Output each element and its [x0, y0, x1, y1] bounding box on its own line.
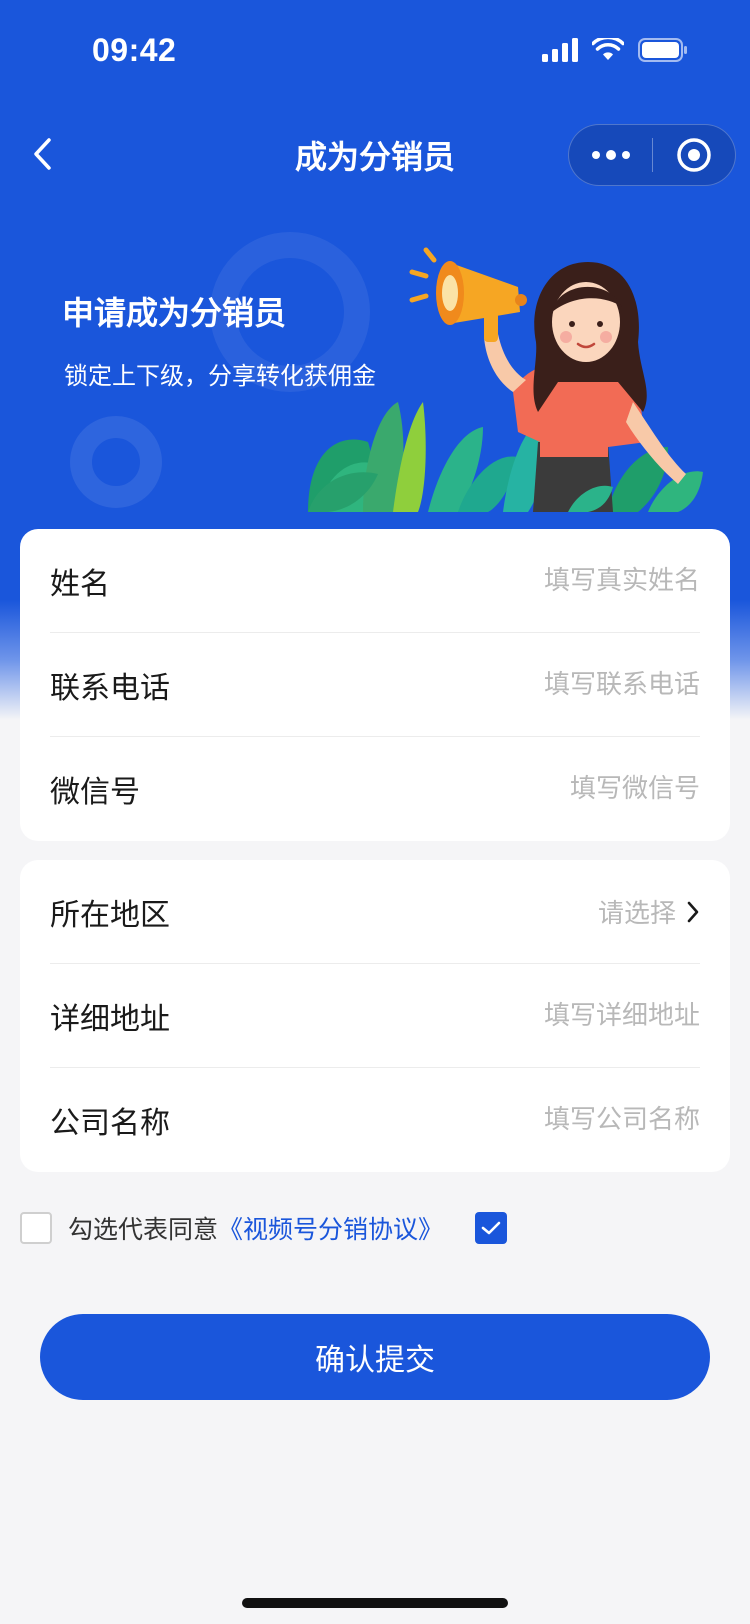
target-close-icon	[677, 138, 711, 172]
banner-title: 申请成为分销员	[62, 294, 287, 332]
wifi-icon	[592, 38, 624, 60]
chevron-right-icon	[687, 901, 699, 922]
form-row-region[interactable]: 所在地区 请选择	[50, 860, 700, 964]
agreement-row: 勾选代表同意 《视频号分销协议》	[20, 1210, 508, 1246]
form-row-wechat: 微信号	[50, 737, 700, 841]
address-input[interactable]	[440, 1000, 700, 1031]
form-row-company: 公司名称	[50, 1068, 700, 1172]
more-button[interactable]	[569, 124, 652, 186]
region-label: 所在地区	[50, 897, 170, 933]
name-label: 姓名	[50, 566, 110, 602]
signal-icon	[542, 38, 578, 62]
form-row-phone: 联系电话	[50, 633, 700, 737]
woman-megaphone-illustration	[308, 247, 703, 512]
agreement-link[interactable]: 《视频号分销协议》	[218, 1210, 443, 1246]
agreement-text: 勾选代表同意	[68, 1215, 219, 1244]
wechat-input[interactable]	[440, 774, 700, 804]
status-time: 09:42	[92, 32, 177, 68]
address-label: 详细地址	[50, 1001, 170, 1037]
form-row-name: 姓名	[50, 529, 700, 633]
basic-info-card: 姓名 联系电话 微信号	[20, 529, 730, 841]
wechat-label: 微信号	[50, 775, 140, 810]
region-select[interactable]: 请选择	[598, 893, 700, 930]
home-indicator	[242, 1598, 508, 1608]
status-bar: 09:42	[0, 0, 750, 100]
name-input[interactable]	[440, 565, 700, 596]
mini-program-capsule	[568, 124, 736, 186]
close-mini-program-button[interactable]	[653, 124, 735, 186]
decorative-ring	[70, 416, 162, 508]
battery-icon	[638, 38, 687, 62]
check-icon	[481, 1221, 501, 1235]
agreement-checkbox-unchecked[interactable]	[20, 1212, 52, 1244]
address-info-card: 所在地区 请选择 详细地址 公司名称	[20, 860, 730, 1172]
region-select-value: 请选择	[597, 899, 676, 929]
company-label: 公司名称	[50, 1106, 170, 1141]
nav-bar: 成为分销员	[0, 118, 750, 190]
form-row-address: 详细地址	[50, 964, 700, 1068]
company-input[interactable]	[440, 1105, 700, 1135]
phone-label: 联系电话	[50, 670, 170, 706]
more-dots-icon	[591, 150, 630, 160]
phone-input[interactable]	[440, 669, 700, 700]
agreement-checkbox-checked[interactable]	[475, 1212, 508, 1244]
submit-button[interactable]: 确认提交	[40, 1314, 710, 1400]
status-icons	[542, 38, 688, 62]
